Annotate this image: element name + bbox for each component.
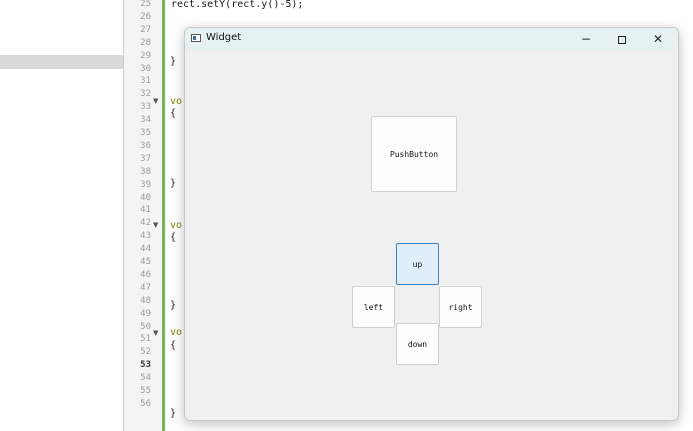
line-number: 56 <box>140 398 151 409</box>
change-marker <box>162 0 165 431</box>
close-button[interactable]: ✕ <box>644 30 672 48</box>
line-number: 51 <box>140 334 151 345</box>
line-number: 28 <box>140 37 151 48</box>
line-number: 32 <box>140 89 151 100</box>
line-number: 41 <box>140 205 151 216</box>
line-number: 27 <box>140 24 151 35</box>
code-brace-close: } <box>170 56 177 67</box>
title-bar[interactable]: Widget − ✕ <box>185 28 678 50</box>
code-vo-fragment: vo <box>170 96 183 107</box>
minimize-button[interactable]: − <box>572 30 600 48</box>
code-brace-open: { <box>170 340 177 351</box>
line-number: 37 <box>140 153 151 164</box>
line-number: 29 <box>140 50 151 61</box>
line-number: 36 <box>140 140 151 151</box>
line-number: 30 <box>140 63 151 74</box>
code-brace-open: { <box>170 108 177 119</box>
line-number: 35 <box>140 128 151 138</box>
line-number: 45 <box>140 257 151 267</box>
line-number: 55 <box>140 386 151 396</box>
line-number: 47 <box>140 282 151 293</box>
line-number: 53 <box>140 360 151 371</box>
code-vo-fragment: vo <box>170 220 183 231</box>
fold-arrow-icon[interactable]: ▼ <box>153 97 158 105</box>
code-brace-close: } <box>170 178 177 189</box>
line-number: 54 <box>140 373 151 384</box>
line-number: 42 <box>140 218 151 229</box>
window-icon <box>191 34 201 42</box>
line-number: 52 <box>140 347 151 358</box>
line-number: 43 <box>140 231 151 242</box>
line-number: 33 <box>140 102 151 113</box>
line-number: 38 <box>140 166 151 177</box>
code-brace-open: { <box>170 232 177 243</box>
code-brace-close: } <box>170 408 177 419</box>
code-brace-close: } <box>170 300 177 311</box>
left-button[interactable]: left <box>352 286 395 328</box>
selected-row-highlight[interactable] <box>0 55 123 69</box>
fold-arrow-icon[interactable]: ▼ <box>153 221 158 229</box>
widget-window[interactable]: Widget − ✕ PushButton up left right down <box>184 27 679 421</box>
line-number: 25 <box>140 0 151 9</box>
window-title: Widget <box>206 32 242 43</box>
code-vo-fragment: vo <box>170 327 183 338</box>
fold-arrow-icon[interactable]: ▼ <box>153 329 158 337</box>
maximize-icon <box>618 35 626 44</box>
line-number: 40 <box>140 192 151 203</box>
maximize-button[interactable] <box>608 30 636 48</box>
line-number: 34 <box>140 115 151 126</box>
code-line-25[interactable]: rect.setY(rect.y()-5); <box>171 0 303 10</box>
line-number: 48 <box>140 295 151 306</box>
line-number: 49 <box>140 308 151 319</box>
line-number: 46 <box>140 269 151 280</box>
down-button[interactable]: down <box>396 323 439 365</box>
up-button[interactable]: up <box>396 243 439 285</box>
right-button[interactable]: right <box>439 286 482 328</box>
line-number: 39 <box>140 179 151 190</box>
line-number: 31 <box>140 76 151 87</box>
line-number: 50 <box>140 321 151 332</box>
left-panel <box>0 0 123 431</box>
line-number: 26 <box>140 11 151 22</box>
push-button[interactable]: PushButton <box>371 116 457 192</box>
line-number: 44 <box>140 244 151 255</box>
